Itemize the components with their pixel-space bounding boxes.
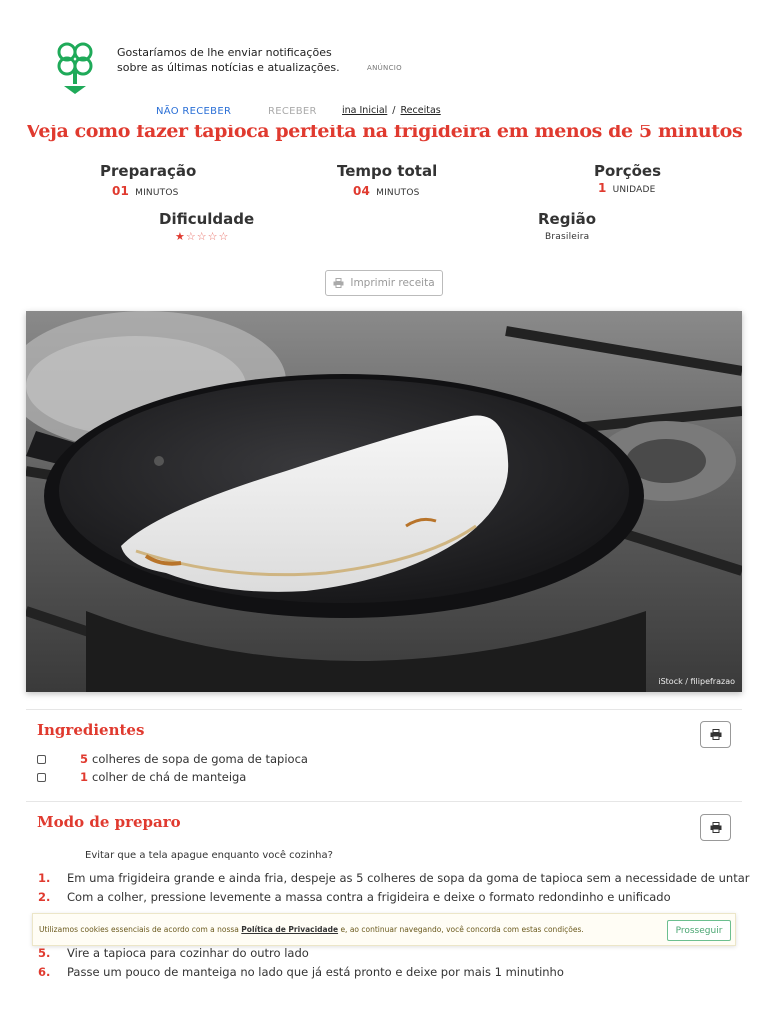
print-recipe-label: Imprimir receita — [350, 277, 435, 289]
step-number: 5. — [38, 946, 51, 960]
notification-message: Gostaríamos de lhe enviar notificações s… — [117, 46, 340, 74]
ingredient-checkbox[interactable] — [37, 772, 46, 782]
print-recipe-button[interactable]: Imprimir receita — [325, 270, 443, 296]
servings-value: 1 UNIDADE — [598, 181, 655, 195]
prep-label: Preparação — [100, 162, 197, 180]
ingredient-qty: 5 — [80, 752, 89, 766]
cookie-continue-button[interactable]: Prosseguir — [667, 920, 731, 941]
ingredients-title: Ingredientes — [37, 721, 145, 739]
cookie-text-after: e, ao continuar navegando, você concorda… — [340, 925, 584, 934]
step-text: Vire a tapioca para cozinhar do outro la… — [67, 946, 309, 960]
star-empty-icon: ☆ — [218, 230, 230, 243]
decline-notifications-button[interactable]: NÃO RECEBER — [156, 106, 231, 117]
divider — [26, 801, 742, 802]
site-logo-icon — [52, 42, 100, 96]
region-label: Região — [538, 210, 597, 228]
printer-icon — [333, 278, 344, 288]
method-step: 5. Vire a tapioca para cozinhar do outro … — [38, 946, 309, 960]
region-value: Brasileira — [545, 232, 590, 242]
step-text: Em uma frigideira grande e ainda fria, d… — [67, 871, 750, 885]
method-step: 2. Com a colher, pressione levemente a ma… — [38, 890, 671, 904]
total-time-unit: MINUTOS — [376, 188, 420, 198]
method-title: Modo de preparo — [37, 813, 181, 831]
privacy-policy-link[interactable]: Política de Privacidade — [241, 925, 338, 934]
breadcrumb-separator: / — [392, 105, 396, 116]
prep-value: 01 MINUTOS — [112, 184, 179, 198]
total-time-value: 04 MINUTOS — [353, 184, 420, 198]
ingredient-item[interactable]: 1 colher de chá de manteiga — [37, 770, 246, 784]
prep-number: 01 — [112, 184, 130, 198]
photo-credit: iStock / filipefrazao — [658, 677, 735, 686]
servings-label: Porções — [594, 162, 661, 180]
ingredient-qty: 1 — [80, 770, 89, 784]
breadcrumb-home-link[interactable]: ina Inicial — [342, 105, 387, 116]
ingredient-item[interactable]: 5 colheres de sopa de goma de tapioca — [37, 752, 308, 766]
prep-unit: MINUTOS — [135, 188, 179, 198]
cookie-text-before: Utilizamos cookies essenciais de acordo … — [39, 925, 239, 934]
print-ingredients-button[interactable] — [700, 721, 731, 748]
breadcrumb: ina Inicial / Receitas — [338, 105, 441, 116]
ingredient-text: colher de chá de manteiga — [92, 770, 247, 784]
star-empty-icon: ☆ — [185, 230, 197, 243]
total-time-number: 04 — [353, 184, 371, 198]
method-step: 1. Em uma frigideira grande e ainda fria,… — [38, 871, 750, 885]
ingredient-checkbox[interactable] — [37, 754, 46, 764]
step-text: Com a colher, pressione levemente a mass… — [67, 890, 671, 904]
keep-screen-on-prompt[interactable]: Evitar que a tela apague enquanto você c… — [85, 850, 333, 861]
difficulty-stars: ★☆☆☆☆ — [175, 230, 229, 243]
step-number: 6. — [38, 965, 51, 979]
star-filled-icon: ★ — [175, 230, 186, 243]
cookie-text: Utilizamos cookies essenciais de acordo … — [39, 925, 584, 934]
breadcrumb-recipes-link[interactable]: Receitas — [401, 105, 441, 116]
ad-label: ANÚNCIO — [367, 64, 402, 72]
accept-notifications-button[interactable]: RECEBER — [268, 106, 317, 117]
step-text: Passe um pouco de manteiga no lado que j… — [67, 965, 564, 979]
printer-icon — [710, 822, 721, 833]
divider — [26, 709, 742, 710]
print-method-button[interactable] — [700, 814, 731, 841]
cookie-banner: Utilizamos cookies essenciais de acordo … — [32, 913, 736, 946]
step-number: 1. — [38, 871, 51, 885]
difficulty-label: Dificuldade — [159, 210, 255, 228]
recipe-photo: iStock / filipefrazao — [26, 311, 742, 692]
star-empty-icon: ☆ — [207, 230, 219, 243]
step-number: 2. — [38, 890, 51, 904]
servings-number: 1 — [598, 181, 607, 195]
method-step: 6. Passe um pouco de manteiga no lado que… — [38, 965, 564, 979]
ingredient-text: colheres de sopa de goma de tapioca — [92, 752, 308, 766]
printer-icon — [710, 729, 721, 740]
total-time-label: Tempo total — [337, 162, 438, 180]
star-empty-icon: ☆ — [196, 230, 208, 243]
servings-unit: UNIDADE — [612, 185, 656, 195]
